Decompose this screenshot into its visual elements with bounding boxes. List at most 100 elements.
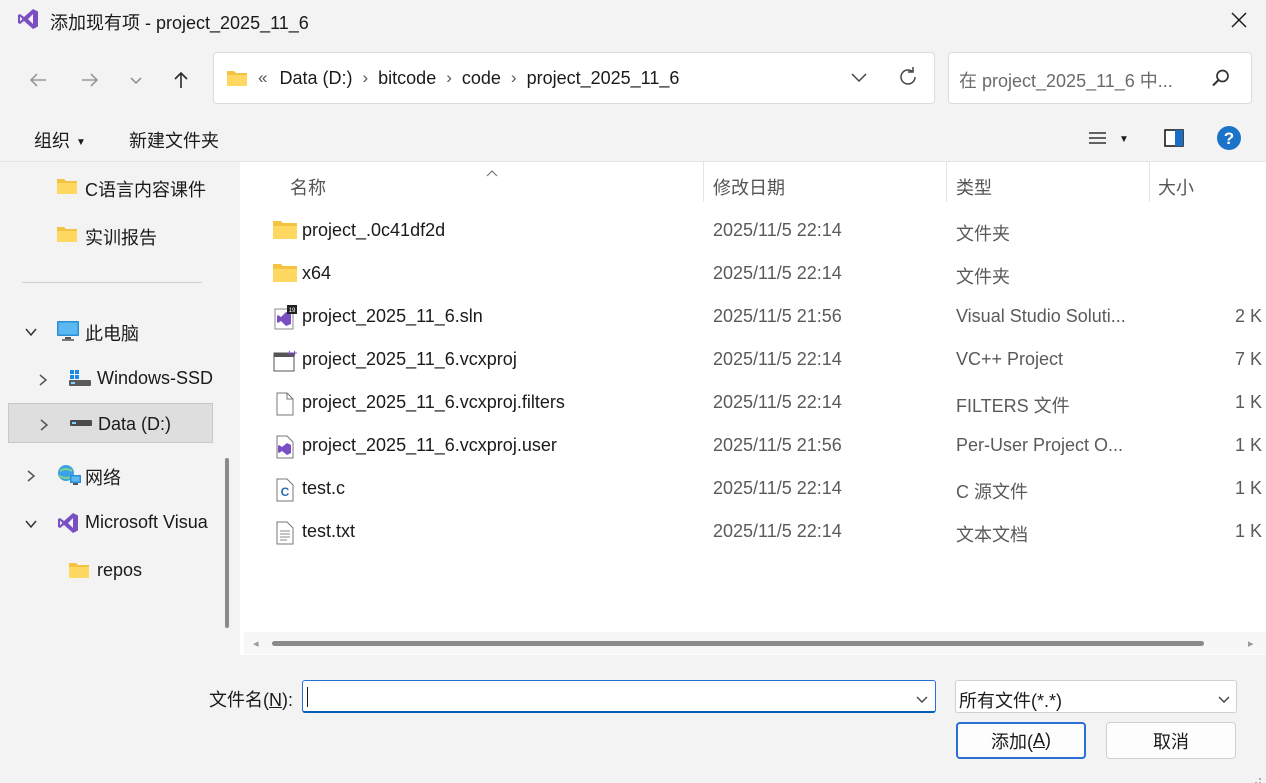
file-type: FILTERS 文件	[956, 396, 1070, 416]
chevron-down-icon[interactable]	[915, 691, 929, 712]
up-button[interactable]	[163, 62, 199, 98]
column-divider[interactable]	[946, 162, 947, 202]
breadcrumb-separator-icon[interactable]: ›	[511, 68, 517, 88]
solution-file-icon: 19	[272, 305, 297, 330]
breadcrumb-item-data-drive[interactable]: Data (D:)	[279, 68, 352, 89]
breadcrumb-separator-icon[interactable]: ›	[446, 68, 452, 88]
file-name: project_2025_11_6.vcxproj	[302, 349, 517, 369]
chevron-right-icon[interactable]	[36, 371, 50, 392]
add-button[interactable]: 添加(A)	[956, 722, 1086, 759]
new-folder-button[interactable]: 新建文件夹	[129, 127, 219, 153]
scrollbar-thumb[interactable]	[272, 641, 1204, 646]
file-row[interactable]: 19 project_2025_11_6.sln 2025/11/5 21:56…	[264, 297, 1266, 337]
column-header-name[interactable]: 名称	[290, 174, 326, 200]
visual-studio-icon	[56, 511, 80, 540]
sidebar-item-data-drive[interactable]: Data (D:)	[8, 403, 213, 443]
horizontal-scrollbar[interactable]: ◂ ▸	[244, 632, 1266, 654]
sidebar-item-training-report[interactable]: 实训报告	[0, 215, 212, 255]
search-input[interactable]: 在 project_2025_11_6 中...	[948, 52, 1252, 104]
sidebar-item-visual-studio[interactable]: Microsoft Visua	[0, 503, 212, 543]
file-row[interactable]: project_2025_11_6.vcxproj.user 2025/11/5…	[264, 426, 1266, 466]
file-type: 文本文档	[956, 525, 1028, 545]
title-bar: 添加现有项 - project_2025_11_6	[0, 0, 1266, 40]
column-header-type[interactable]: 类型	[956, 174, 992, 200]
visual-studio-icon	[16, 7, 40, 31]
sidebar-scrollbar[interactable]	[225, 458, 229, 628]
filename-label-suffix: ):	[282, 690, 293, 710]
svg-text:19: 19	[289, 308, 296, 314]
filetype-select[interactable]: 所有文件(*.*)	[955, 680, 1237, 713]
folder-icon	[68, 561, 90, 584]
breadcrumb-item-project[interactable]: project_2025_11_6	[527, 68, 680, 89]
cancel-button[interactable]: 取消	[1106, 722, 1236, 759]
filename-label-key: N	[269, 690, 282, 710]
file-row[interactable]: project_2025_11_6.vcxproj.filters 2025/1…	[264, 383, 1266, 423]
forward-button[interactable]	[72, 62, 108, 98]
chevron-right-icon[interactable]	[24, 467, 38, 488]
drive-icon	[69, 415, 93, 436]
file-name: project_2025_11_6.vcxproj.user	[302, 435, 557, 455]
sidebar-divider	[22, 282, 202, 283]
arrow-left-icon	[29, 73, 46, 87]
address-history-button[interactable]	[848, 66, 870, 93]
file-row[interactable]: x64 2025/11/5 22:14 文件夹	[264, 254, 1266, 294]
sidebar-item-label: repos	[97, 560, 143, 580]
folder-icon	[272, 262, 297, 286]
sidebar-item-label: 此电脑	[85, 324, 139, 344]
chevron-down-icon[interactable]	[24, 515, 38, 536]
file-row[interactable]: test.txt 2025/11/5 22:14 文本文档 1 K	[264, 512, 1266, 552]
chevron-down-icon	[851, 73, 867, 83]
scroll-right-icon[interactable]: ▸	[1248, 637, 1254, 650]
chevron-down-icon[interactable]	[24, 323, 38, 344]
address-bar[interactable]: « Data (D:) › bitcode › code › project_2…	[213, 52, 935, 104]
breadcrumb-separator-icon[interactable]: ›	[362, 68, 368, 88]
file-modified: 2025/11/5 22:14	[713, 349, 842, 369]
filename-input[interactable]	[302, 680, 936, 713]
sidebar-item-windows-ssd[interactable]: Windows-SSD	[0, 359, 213, 399]
sidebar-item-repos[interactable]: repos	[0, 551, 212, 591]
file-row[interactable]: ++ project_2025_11_6.vcxproj 2025/11/5 2…	[264, 340, 1266, 380]
dialog-footer: 文件名(N): 所有文件(*.*) 添加(A) 取消	[0, 655, 1266, 783]
file-row[interactable]: C test.c 2025/11/5 22:14 C 源文件 1 K	[264, 469, 1266, 509]
add-label-suffix: )	[1045, 730, 1051, 750]
file-name: project_.0c41df2d	[302, 220, 446, 240]
view-options-button[interactable]: ▼	[1087, 128, 1129, 149]
svg-text:?: ?	[1224, 129, 1234, 148]
search-icon[interactable]	[1211, 68, 1231, 93]
refresh-button[interactable]	[896, 65, 920, 94]
preview-pane-button[interactable]	[1163, 127, 1185, 154]
scroll-left-icon[interactable]: ◂	[253, 637, 259, 650]
chevron-right-icon[interactable]	[37, 416, 51, 437]
close-button[interactable]	[1222, 4, 1256, 36]
file-modified: 2025/11/5 22:14	[713, 521, 842, 541]
sidebar-item-c-course[interactable]: C语言内容课件	[0, 167, 212, 207]
window-title: 添加现有项 - project_2025_11_6	[50, 13, 309, 33]
folder-icon	[56, 225, 78, 248]
column-divider[interactable]	[703, 162, 704, 202]
back-button[interactable]	[20, 62, 56, 98]
column-header-modified[interactable]: 修改日期	[713, 174, 785, 200]
resize-grip-icon[interactable]	[1250, 769, 1262, 783]
vcxproj-file-icon: ++	[272, 348, 297, 372]
breadcrumb-overflow[interactable]: «	[258, 68, 267, 88]
computer-icon	[56, 320, 80, 347]
sidebar-item-label: C语言内容课件	[85, 180, 206, 200]
file-type: C 源文件	[956, 482, 1028, 502]
column-divider[interactable]	[1149, 162, 1150, 202]
file-modified: 2025/11/5 21:56	[713, 435, 842, 455]
recent-locations-button[interactable]	[118, 62, 154, 98]
breadcrumb-item-code[interactable]: code	[462, 68, 501, 89]
organize-menu[interactable]: 组织 ▼	[34, 127, 86, 153]
folder-icon	[56, 177, 78, 200]
file-name: test.txt	[302, 521, 356, 541]
folder-icon	[226, 69, 248, 92]
new-folder-label: 新建文件夹	[129, 131, 219, 151]
blank-file-icon	[272, 391, 296, 416]
file-type: Visual Studio Soluti...	[956, 306, 1126, 326]
column-header-size[interactable]: 大小	[1158, 174, 1194, 200]
sidebar-item-network[interactable]: 网络	[0, 455, 212, 495]
breadcrumb-item-bitcode[interactable]: bitcode	[378, 68, 436, 89]
sidebar-item-this-pc[interactable]: 此电脑	[0, 311, 212, 351]
file-row[interactable]: project_.0c41df2d 2025/11/5 22:14 文件夹	[264, 211, 1266, 251]
help-button[interactable]: ?	[1216, 125, 1242, 156]
